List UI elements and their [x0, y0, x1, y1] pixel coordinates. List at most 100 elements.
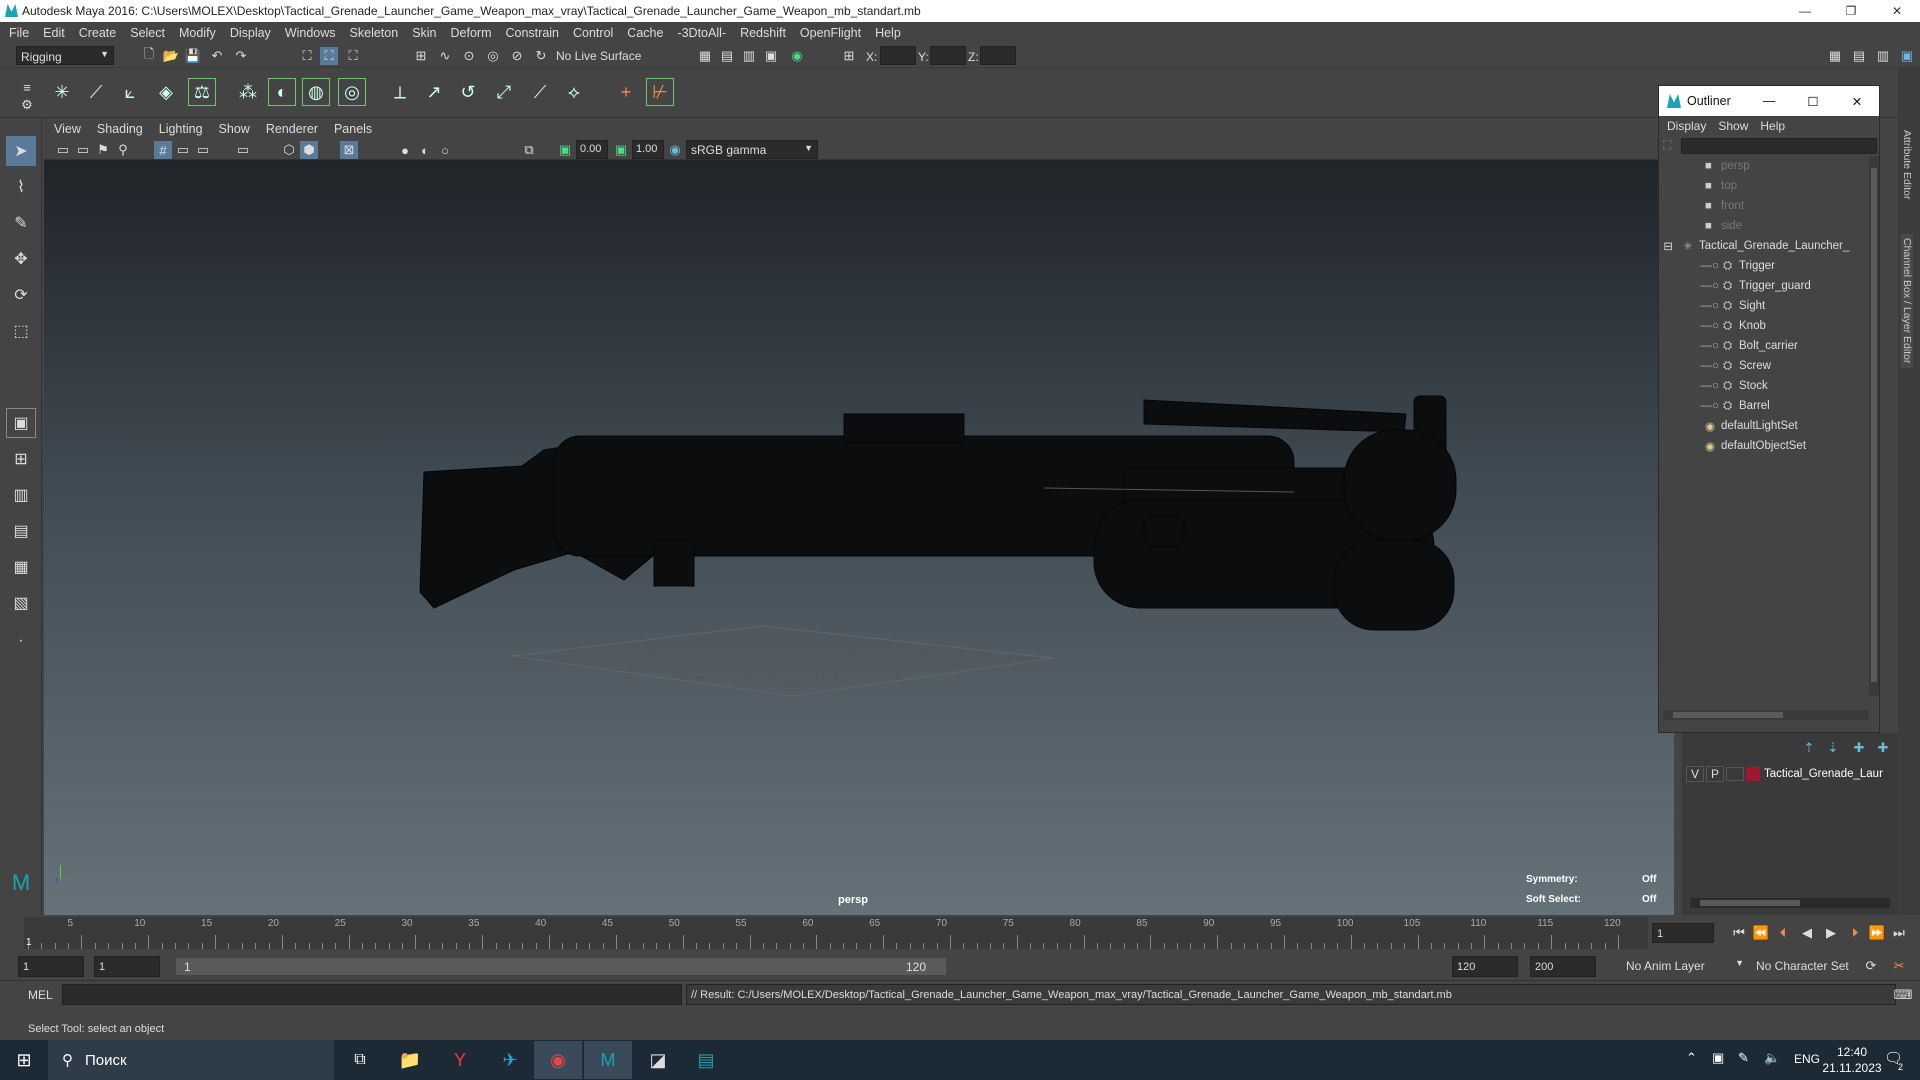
paint-weights-icon[interactable]: ⚖: [188, 78, 216, 106]
menu-redshift[interactable]: Redshift: [740, 26, 786, 40]
exposure-icon[interactable]: ▣: [556, 141, 574, 159]
panel-menu-panels[interactable]: Panels: [334, 122, 372, 136]
select-tool-icon[interactable]: ➤: [6, 136, 36, 166]
perspective-viewport[interactable]: persp Symmetry: Off Soft Select: Off: [44, 160, 1674, 915]
outliner-item[interactable]: ■ front: [1659, 196, 1869, 216]
new-layer-icon[interactable]: ✚: [1850, 739, 1868, 757]
outliner-menu-display[interactable]: Display: [1667, 119, 1706, 133]
anim-layer-dropdown[interactable]: No Anim Layer ▼: [1622, 956, 1748, 977]
panel-menu-view[interactable]: View: [54, 122, 81, 136]
menu-control[interactable]: Control: [573, 26, 613, 40]
select-component-icon[interactable]: ⛶: [344, 47, 362, 65]
taskbar-search-box[interactable]: ⚲ Поиск: [48, 1040, 334, 1080]
menu-edit[interactable]: Edit: [43, 26, 65, 40]
select-camera-icon[interactable]: ▭: [54, 141, 72, 159]
color-management-icon[interactable]: ◉: [666, 141, 684, 159]
parent-constraint-icon[interactable]: ⟋: [526, 78, 554, 106]
wireframe-icon[interactable]: ⬡: [280, 141, 298, 159]
outliner-maximize-button[interactable]: ☐: [1791, 94, 1835, 109]
maya-taskbar-icon[interactable]: M: [584, 1041, 632, 1079]
move-tool-icon[interactable]: ✥: [6, 244, 36, 274]
move-layer-down-icon[interactable]: ⇣: [1824, 739, 1842, 757]
snap-point-icon[interactable]: ⊙: [460, 47, 478, 65]
tray-network-icon[interactable]: ▣: [1712, 1050, 1724, 1066]
persp-outliner-layout-icon[interactable]: ▥: [6, 480, 36, 510]
snap-live-icon[interactable]: ↻: [532, 47, 550, 65]
single-perspective-layout-icon[interactable]: ▣: [6, 408, 36, 438]
animation-start-field[interactable]: 1: [18, 956, 84, 977]
outliner-horizontal-scrollbar[interactable]: [1663, 710, 1869, 720]
scale-constraint-icon[interactable]: ⤢: [490, 78, 518, 106]
snap-surface-icon[interactable]: ⊘: [508, 47, 526, 65]
lattice-icon[interactable]: ◐: [268, 78, 296, 106]
redo-icon[interactable]: ↷: [232, 47, 250, 65]
outliner-titlebar[interactable]: Outliner — ☐ ✕: [1659, 86, 1879, 116]
menu-cache[interactable]: Cache: [627, 26, 663, 40]
animation-prefs-icon[interactable]: ✂: [1890, 957, 1908, 975]
menu-file[interactable]: File: [9, 26, 29, 40]
outliner-item[interactable]: ◉ defaultObjectSet: [1659, 436, 1869, 456]
ik-spline-icon[interactable]: ⟀: [116, 78, 144, 106]
layer-playback-toggle[interactable]: P: [1706, 766, 1724, 782]
color-space-dropdown[interactable]: sRGB gamma ▼: [686, 140, 818, 159]
safe-action-icon[interactable]: ▭: [234, 141, 252, 159]
layer-visibility-toggle[interactable]: V: [1686, 766, 1704, 782]
step-forward-frame-icon[interactable]: ⏵: [1846, 924, 1864, 942]
outliner-item[interactable]: —○ ⛭ Trigger: [1659, 256, 1869, 276]
menu-deform[interactable]: Deform: [451, 26, 492, 40]
isolate-select-icon[interactable]: ⧉: [520, 141, 538, 159]
render-settings-icon[interactable]: ▣: [762, 47, 780, 65]
camera-attributes-icon[interactable]: ▭: [74, 141, 92, 159]
tab-attribute-editor[interactable]: Attribute Editor: [1901, 130, 1913, 199]
pole-vector-icon[interactable]: ⟡: [560, 78, 588, 106]
ipr-render-icon[interactable]: ▥: [740, 47, 758, 65]
gamma-field[interactable]: 1.00: [632, 140, 664, 159]
transform-mode-icon[interactable]: ⊞: [840, 47, 858, 65]
outliner-menu-show[interactable]: Show: [1718, 119, 1748, 133]
save-scene-icon[interactable]: 💾: [184, 47, 202, 65]
outliner-filter-icon[interactable]: ⛶: [1663, 138, 1679, 154]
panel-menu-shading[interactable]: Shading: [97, 122, 143, 136]
y-coordinate-field[interactable]: [930, 46, 966, 65]
aim-constraint-icon[interactable]: ↗: [420, 78, 448, 106]
menu-skin[interactable]: Skin: [412, 26, 436, 40]
app-icon-grey[interactable]: ◪: [634, 1041, 682, 1079]
move-layer-up-icon[interactable]: ⇡: [1800, 739, 1818, 757]
outliner-minimize-button[interactable]: —: [1747, 94, 1791, 108]
current-frame-field[interactable]: 1: [1652, 923, 1714, 943]
persp-graph-layout-icon[interactable]: ▤: [6, 516, 36, 546]
character-set-dropdown[interactable]: No Character Set: [1752, 956, 1864, 977]
gamma-icon[interactable]: ▣: [612, 141, 630, 159]
z-coordinate-field[interactable]: [980, 46, 1016, 65]
blend-shape-icon[interactable]: ◎: [338, 78, 366, 106]
menu-display[interactable]: Display: [230, 26, 271, 40]
layout-more-icon[interactable]: ·: [6, 626, 36, 656]
hypershade-icon[interactable]: ◉: [788, 47, 806, 65]
outliner-item[interactable]: ■ persp: [1659, 156, 1869, 176]
image-plane-icon[interactable]: ⚲: [114, 141, 132, 159]
outliner-item[interactable]: —○ ⛭ Barrel: [1659, 396, 1869, 416]
lasso-tool-icon[interactable]: ⌇: [6, 172, 36, 202]
new-scene-icon[interactable]: 🗋: [140, 46, 158, 65]
menu-3dtoall[interactable]: -3DtoAll-: [677, 26, 726, 40]
tray-chevron-icon[interactable]: ⌃: [1686, 1050, 1697, 1066]
outliner-vertical-scrollbar[interactable]: [1869, 156, 1879, 696]
outliner-item[interactable]: —○ ⛭ Sight: [1659, 296, 1869, 316]
restore-button[interactable]: ❐: [1828, 0, 1874, 22]
rotate-tool-icon[interactable]: ⟳: [6, 280, 36, 310]
layer-row[interactable]: V P Tactical_Grenade_Laur: [1686, 765, 1894, 783]
paint-select-tool-icon[interactable]: ✎: [6, 208, 36, 238]
go-to-start-icon[interactable]: ⏮: [1730, 924, 1748, 942]
outliner-close-button[interactable]: ✕: [1835, 94, 1879, 109]
snap-view-icon[interactable]: ◎: [484, 47, 502, 65]
smooth-shade-icon[interactable]: ⬢: [300, 141, 318, 159]
tray-pen-icon[interactable]: ✎: [1738, 1050, 1749, 1066]
attribute-editor-toggle-icon[interactable]: ▤: [1850, 47, 1868, 65]
new-layer-selected-icon[interactable]: ✚: [1874, 739, 1892, 757]
film-gate-icon[interactable]: ▭: [174, 141, 192, 159]
range-slider-bar[interactable]: 1 120: [176, 958, 946, 975]
script-editor-icon[interactable]: ⌨: [1894, 986, 1913, 1004]
file-explorer-icon[interactable]: 📁: [386, 1041, 434, 1079]
menu-constrain[interactable]: Constrain: [506, 26, 560, 40]
motion-blur-icon[interactable]: ○: [436, 141, 454, 159]
